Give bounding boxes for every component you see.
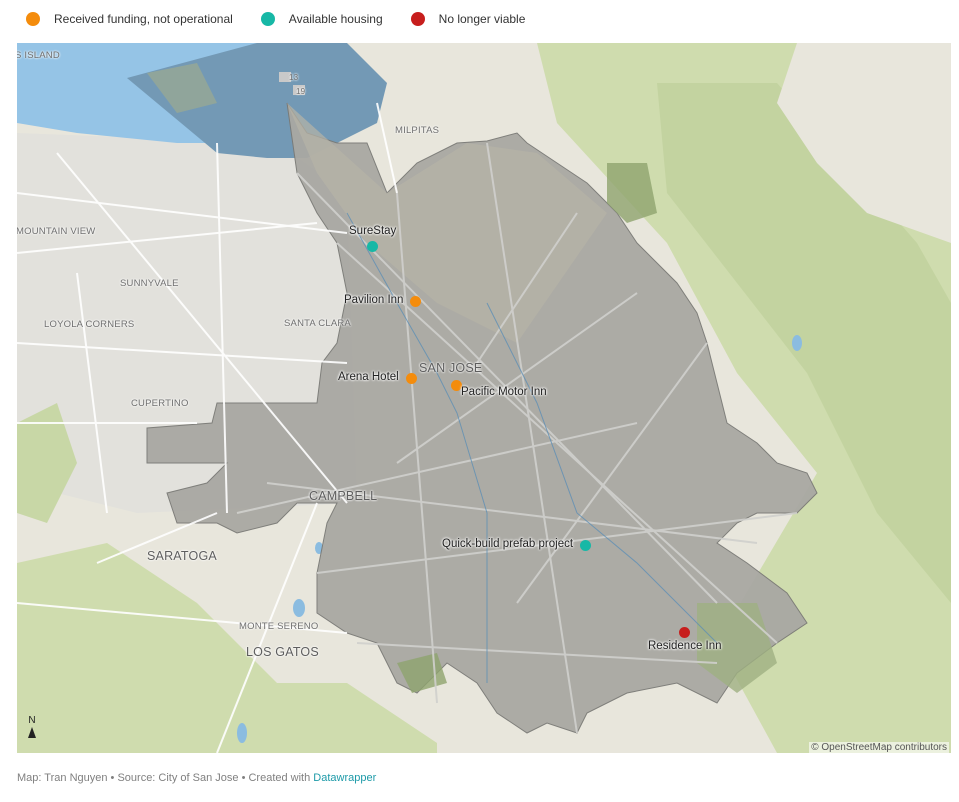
- marker-pavilion-inn[interactable]: [409, 295, 421, 307]
- place-sunnyvale: SUNNYVALE: [120, 278, 179, 289]
- place-milpitas: MILPITAS: [395, 125, 440, 136]
- marker-label-arena-hotel: Arena Hotel: [338, 371, 399, 383]
- datawrapper-link[interactable]: Datawrapper: [313, 772, 376, 784]
- marker-label-residence-inn: Residence Inn: [648, 640, 722, 652]
- route-19-label: 19: [296, 87, 306, 96]
- legend: Received funding, not operational Availa…: [26, 9, 553, 29]
- place-santa-clara: SANTA CLARA: [284, 318, 351, 329]
- place-loyola-corners: LOYOLA CORNERS: [44, 319, 135, 330]
- marker-quick-build-prefab[interactable]: [579, 539, 591, 551]
- north-arrow: N: [25, 715, 39, 738]
- map-attribution[interactable]: © OpenStreetMap contributors: [809, 742, 949, 753]
- place-cupertino: CUPERTINO: [131, 398, 189, 409]
- footer-credits: Map: Tran Nguyen • Source: City of San J…: [17, 772, 314, 784]
- legend-item-funded: Received funding, not operational: [26, 12, 233, 26]
- legend-label: No longer viable: [438, 12, 526, 26]
- marker-label-quick-build-prefab: Quick-build prefab project: [442, 538, 574, 550]
- red-dot-icon: [410, 12, 425, 26]
- place-saratoga: SARATOGA: [147, 549, 217, 563]
- place-san-jose: SAN JOSE: [419, 361, 483, 375]
- orange-dot-icon: [26, 12, 40, 26]
- reservoir: [293, 599, 305, 617]
- reservoir: [792, 335, 802, 351]
- marker-arena-hotel[interactable]: [405, 372, 417, 384]
- legend-label: Available housing: [288, 12, 383, 26]
- teal-dot-icon: [260, 12, 275, 26]
- place-monte-sereno: MONTE SERENO: [239, 621, 319, 632]
- footer: Map: Tran Nguyen • Source: City of San J…: [17, 772, 376, 784]
- marker-label-surestay: SureStay: [349, 225, 397, 237]
- north-label: N: [28, 715, 36, 726]
- marker-pacific-motor-inn[interactable]: [450, 379, 462, 391]
- reservoir: [237, 723, 247, 743]
- place-mountain-view: MOUNTAIN VIEW: [17, 226, 96, 237]
- place-island: S ISLAND: [17, 50, 60, 61]
- north-arrow-icon: [28, 727, 36, 738]
- legend-item-available: Available housing: [260, 12, 383, 26]
- marker-residence-inn[interactable]: [678, 626, 690, 638]
- map[interactable]: 13 19 S ISLAND MILPITAS MOUNTAIN VIEW SU…: [17, 43, 951, 753]
- place-los-gatos: LOS GATOS: [246, 645, 319, 659]
- marker-label-pavilion-inn: Pavilion Inn: [344, 294, 404, 306]
- legend-label: Received funding, not operational: [54, 12, 233, 26]
- legend-item-not-viable: No longer viable: [410, 12, 526, 26]
- route-13-label: 13: [289, 73, 299, 82]
- marker-label-pacific-motor-inn: Pacific Motor Inn: [461, 386, 547, 398]
- place-campbell: CAMPBELL: [309, 489, 378, 503]
- marker-surestay[interactable]: [366, 240, 378, 252]
